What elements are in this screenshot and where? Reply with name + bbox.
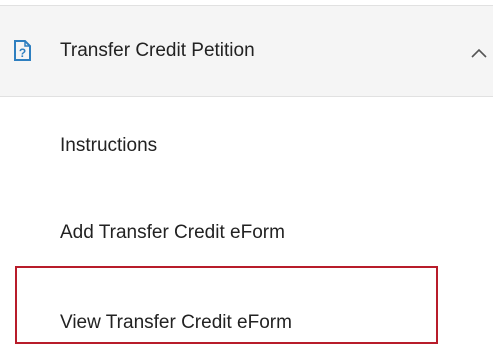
- chevron-up-icon[interactable]: [470, 46, 488, 58]
- nav-item-add-transfer-credit-eform[interactable]: Add Transfer Credit eForm: [60, 222, 285, 244]
- section-title: Transfer Credit Petition: [60, 40, 255, 61]
- document-question-icon: ?: [12, 40, 32, 62]
- nav-item-instructions[interactable]: Instructions: [60, 135, 157, 157]
- nav-item-view-transfer-credit-eform[interactable]: View Transfer Credit eForm: [60, 312, 292, 334]
- svg-text:?: ?: [19, 46, 26, 60]
- transfer-credit-nav-group: ? Transfer Credit Petition Instructions …: [0, 0, 493, 350]
- section-header-transfer-credit-petition[interactable]: ? Transfer Credit Petition: [0, 5, 493, 97]
